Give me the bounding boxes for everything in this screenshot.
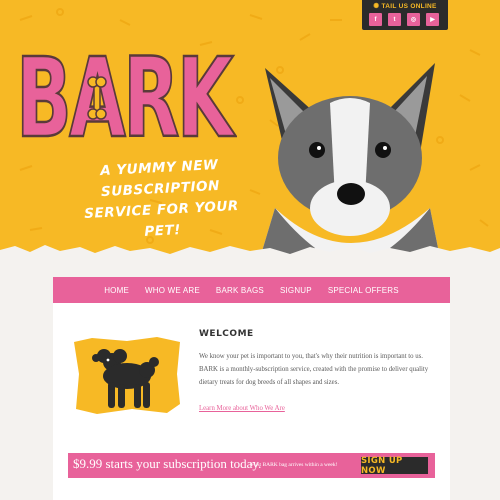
- svg-text:BARK: BARK: [16, 40, 236, 150]
- social-title: ✺ TAIL US ONLINE: [373, 3, 437, 10]
- youtube-icon[interactable]: ▶: [426, 13, 439, 26]
- nav-item-special-offers[interactable]: SPECIAL OFFERS: [320, 286, 407, 295]
- sign-up-button[interactable]: SIGN UP NOW: [361, 456, 428, 476]
- welcome-heading: WELCOME: [199, 329, 254, 339]
- learn-more-link[interactable]: Learn More about Who We Are: [199, 405, 285, 412]
- promo-price-text: $9.99 starts your subscription today.: [73, 456, 262, 471]
- bark-logo[interactable]: BARK: [12, 40, 237, 150]
- hero-tagline: A YUMMY NEW SUBSCRIPTION SERVICE FOR YOU…: [83, 156, 240, 240]
- nav-item-who-we-are[interactable]: WHO WE ARE: [137, 286, 208, 295]
- nav-item-bark-bags[interactable]: BARK BAGS: [208, 286, 272, 295]
- nav-item-home[interactable]: HOME: [96, 286, 137, 295]
- social-links-box: ✺ TAIL US ONLINE f t ◎ ▶: [362, 0, 448, 30]
- instagram-icon[interactable]: ◎: [407, 13, 420, 26]
- hero-banner: ✺ TAIL US ONLINE f t ◎ ▶ BARK A YUMMY NEW…: [0, 0, 500, 262]
- corgi-photo: [260, 63, 440, 258]
- nav-item-signup[interactable]: SIGNUP: [272, 286, 320, 295]
- torn-paper-edge: [0, 245, 500, 262]
- promo-banner: $9.99 starts your subscription today. Fi…: [68, 453, 435, 478]
- promo-note: First BARK bag arrives within a week!: [251, 462, 338, 468]
- facebook-icon[interactable]: f: [369, 13, 382, 26]
- twitter-icon[interactable]: t: [388, 13, 401, 26]
- poodle-image: [74, 337, 180, 414]
- paw-icon: ✺: [373, 3, 380, 10]
- welcome-paragraph: We know your pet is important to you, th…: [199, 353, 429, 387]
- main-nav: HOME WHO WE ARE BARK BAGS SIGNUP SPECIAL…: [53, 277, 450, 303]
- content-card: HOME WHO WE ARE BARK BAGS SIGNUP SPECIAL…: [53, 277, 450, 500]
